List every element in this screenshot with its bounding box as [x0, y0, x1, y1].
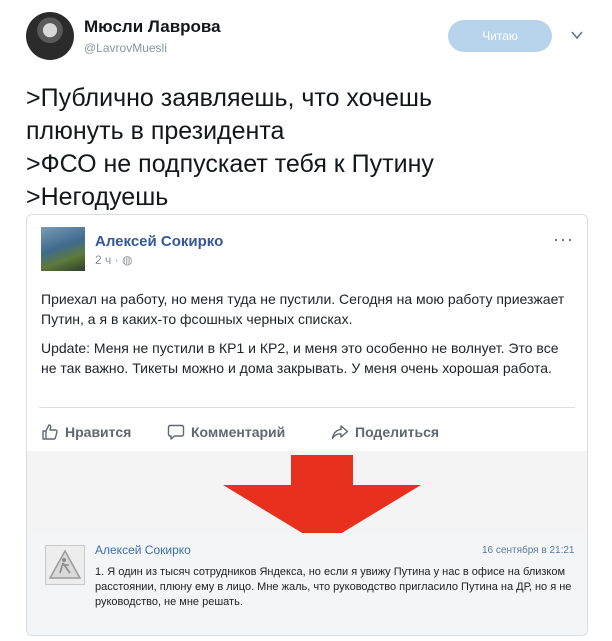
fb-post-meta: 2 ч · ◍ [95, 253, 132, 267]
fb-paragraph: Приехал на работу, но меня туда не пусти… [41, 291, 565, 327]
tweet-line: плюнуть в президента [26, 117, 285, 145]
construction-sign-icon [45, 545, 85, 585]
comment-icon [167, 424, 185, 440]
ellipsis-icon: ··· [553, 229, 574, 249]
fb-author-name: Алексей Сокирко [95, 233, 224, 250]
thumbs-up-icon [42, 424, 58, 440]
comment-author: Алексей Сокирко [95, 543, 191, 557]
red-down-arrow-shape [223, 455, 421, 545]
fb-share-action: Поделиться [331, 423, 439, 441]
fb-like-action: Нравится [41, 423, 131, 441]
avatar[interactable] [26, 12, 74, 60]
comment-date: 16 сентября в 21:21 [482, 545, 575, 556]
fb-post-time: 2 ч · [95, 253, 122, 267]
fb-share-label: Поделиться [355, 424, 440, 440]
fb-like-label: Нравится [65, 424, 132, 440]
fb-post-text: Приехал на работу, но меня туда не пусти… [41, 289, 571, 387]
divider [39, 407, 575, 408]
comment-text: 1. Я один из тысяч сотрудников Яндекса, … [95, 566, 572, 608]
fb-paragraph: Update: Меня не пустили в КР1 и КР2, и м… [41, 340, 559, 376]
author-handle[interactable]: @LavrovMuesli [84, 41, 167, 55]
fb-comment-label: Комментарий [191, 424, 286, 440]
red-down-arrow-icon [223, 455, 421, 545]
tweet-line: >ФСО не подпускает тебя к Путину [26, 150, 434, 178]
author-name[interactable]: Мюсли Лаврова [84, 17, 221, 37]
share-icon [331, 425, 349, 440]
chevron-down-icon[interactable] [570, 28, 584, 42]
tweet-text: >Публично заявляешь, что хочешь плюнуть … [26, 82, 596, 214]
follow-button[interactable]: Читаю [448, 20, 552, 52]
globe-icon: ◍ [121, 253, 133, 267]
tweet-line: >Негодуешь [26, 183, 169, 211]
fb-comment-action: Комментарий [167, 423, 285, 441]
fb-avatar [41, 227, 85, 271]
tweet-line: >Публично заявляешь, что хочешь [26, 84, 433, 112]
embedded-image-card[interactable]: Алексей Сокирко 2 ч · ◍ ··· Приехал на р… [26, 214, 588, 636]
